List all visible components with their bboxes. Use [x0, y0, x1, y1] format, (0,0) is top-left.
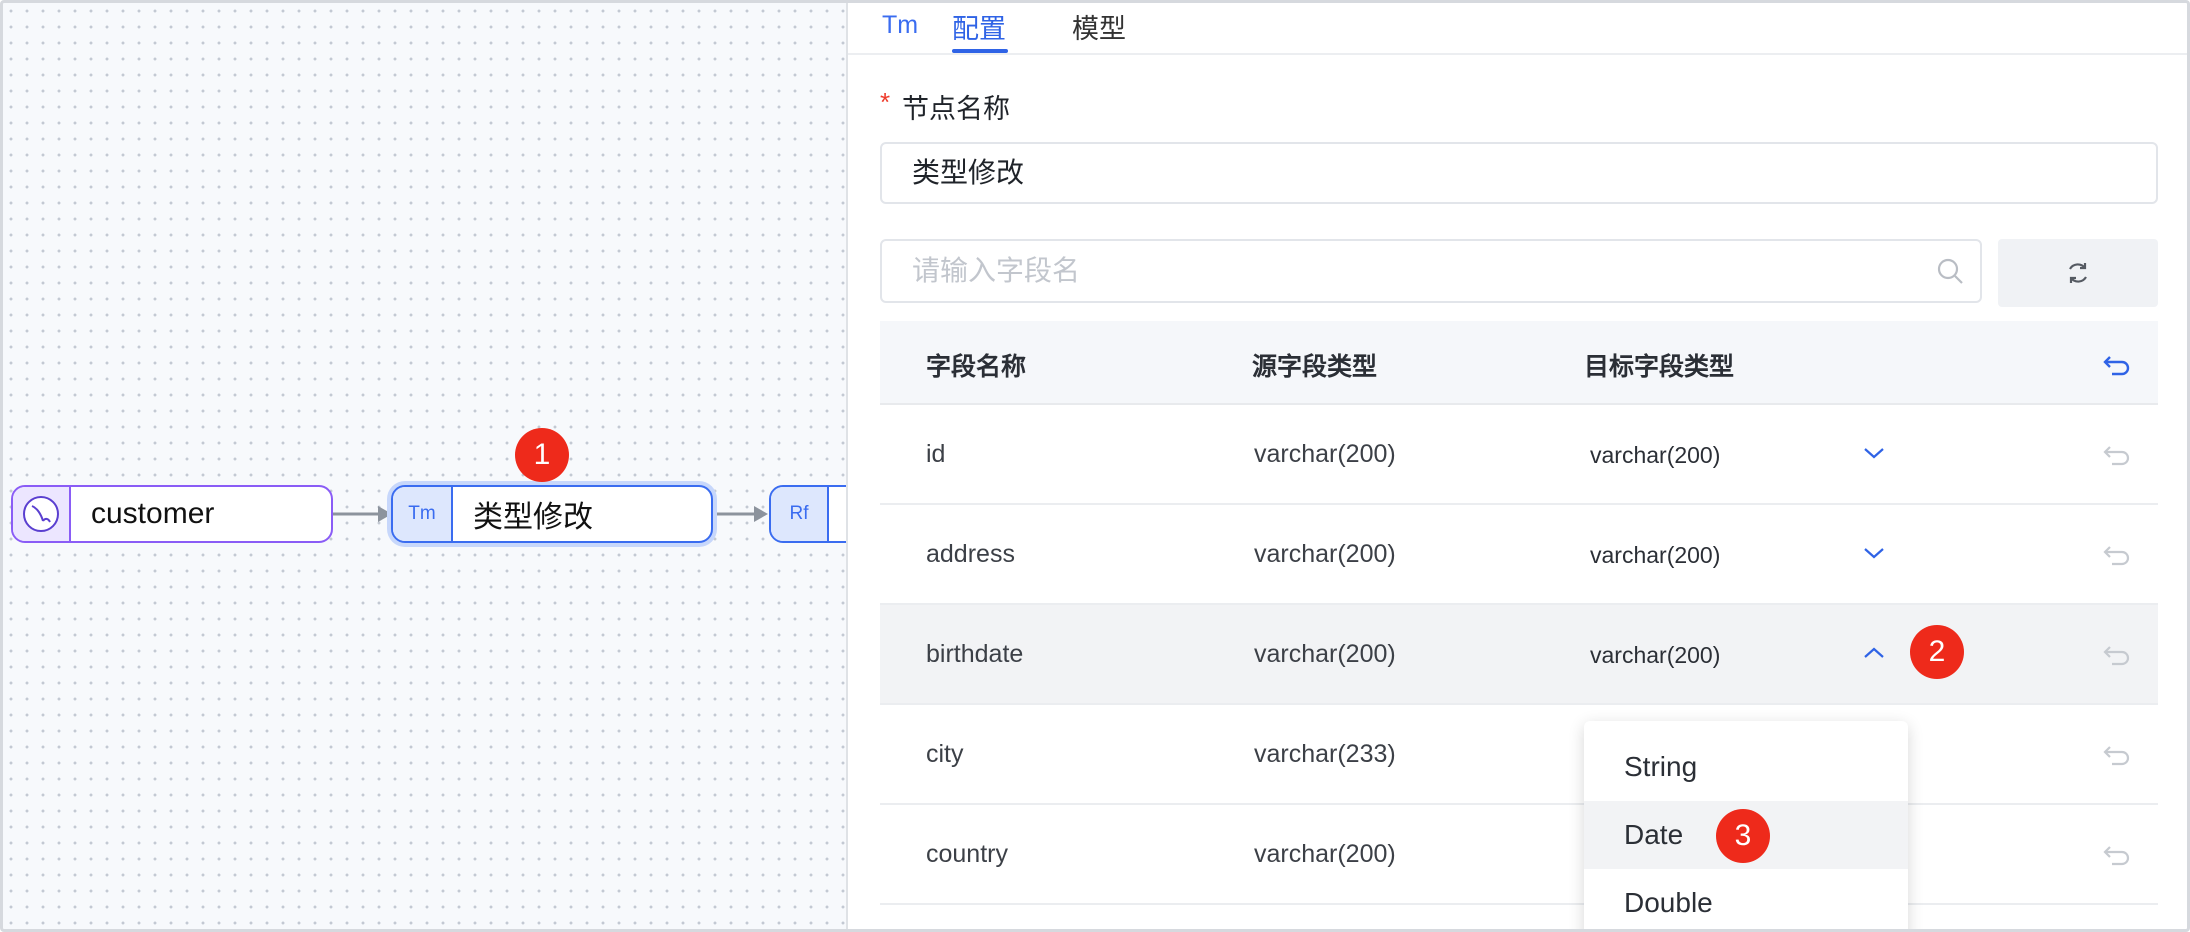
option-double[interactable]: Double: [1584, 869, 1908, 932]
table-row: city varchar(233): [880, 705, 2158, 805]
node-type-icon: Rf: [771, 487, 829, 541]
undo-icon[interactable]: [2102, 841, 2132, 867]
node-label: customer: [91, 497, 215, 530]
undo-icon[interactable]: [2102, 441, 2132, 467]
source-type: varchar(233): [1254, 740, 1396, 768]
field-search-input[interactable]: 请输入字段名: [880, 239, 1982, 303]
field-name: address: [926, 540, 1015, 568]
required-mark: *: [880, 87, 891, 117]
search-placeholder: 请输入字段名: [912, 255, 1081, 286]
source-type: varchar(200): [1254, 440, 1396, 468]
node-type-icon: Tm: [393, 487, 453, 541]
refresh-icon: [2069, 263, 2087, 283]
node-rf[interactable]: Rf: [769, 485, 846, 543]
mysql-icon: [13, 487, 71, 541]
field-name: id: [926, 440, 946, 468]
tab-config[interactable]: 配置: [952, 7, 1006, 46]
header-field-name: 字段名称: [926, 353, 1027, 381]
table-row: id varchar(200) varchar(200): [880, 405, 2158, 505]
panel-tabs: Tm 配置 模型: [848, 3, 2187, 55]
field-name: country: [926, 840, 1008, 868]
header-source-type: 源字段类型: [1252, 353, 1378, 381]
undo-icon[interactable]: [2102, 541, 2132, 567]
field-name: city: [926, 740, 964, 768]
undo-all-icon[interactable]: [2102, 351, 2132, 377]
tab-active-indicator: [952, 49, 1008, 53]
node-customer[interactable]: customer: [11, 485, 333, 543]
table-row: country varchar(200): [880, 805, 2158, 905]
node-label: 类型修改: [473, 501, 593, 534]
node-type-modify[interactable]: Tm 类型修改: [391, 485, 713, 543]
edges: [330, 506, 768, 522]
target-type: varchar(200): [1590, 642, 1721, 668]
field-name: birthdate: [926, 640, 1024, 668]
refresh-button[interactable]: [1998, 239, 2158, 307]
chevron-down-icon[interactable]: [1862, 545, 1886, 561]
node-type-tag: Tm: [882, 11, 919, 39]
source-type: varchar(200): [1254, 540, 1396, 568]
chevron-down-icon[interactable]: [1862, 445, 1886, 461]
node-name-input[interactable]: 类型修改: [880, 142, 2158, 204]
table-header: 字段名称 源字段类型 目标字段类型: [880, 321, 2158, 405]
tab-model[interactable]: 模型: [1072, 7, 1126, 46]
step-badge-1: 1: [515, 428, 569, 482]
config-panel: Tm 配置 模型 * 节点名称 类型修改 请输入字段名 字段名称 源字段类型 目…: [848, 3, 2187, 929]
search-icon: [1937, 258, 1963, 284]
table-row: address varchar(200) varchar(200): [880, 505, 2158, 605]
source-type: varchar(200): [1254, 840, 1396, 868]
step-badge-3: 3: [1716, 809, 1770, 863]
option-string[interactable]: String: [1584, 733, 1908, 801]
undo-icon[interactable]: [2102, 741, 2132, 767]
target-type: varchar(200): [1590, 542, 1721, 568]
dag-canvas[interactable]: customer Tm 类型修改 Rf: [3, 3, 846, 929]
undo-icon[interactable]: [2102, 641, 2132, 667]
chevron-up-icon[interactable]: [1862, 645, 1886, 661]
source-type: varchar(200): [1254, 640, 1396, 668]
node-name-label: 节点名称: [902, 94, 1010, 124]
field-table: 字段名称 源字段类型 目标字段类型 id varchar(200) varcha…: [880, 321, 2158, 905]
target-type: varchar(200): [1590, 442, 1721, 468]
table-row: birthdate varchar(200) varchar(200): [880, 605, 2158, 705]
step-badge-2: 2: [1910, 625, 1964, 679]
header-target-type: 目标字段类型: [1584, 353, 1735, 381]
